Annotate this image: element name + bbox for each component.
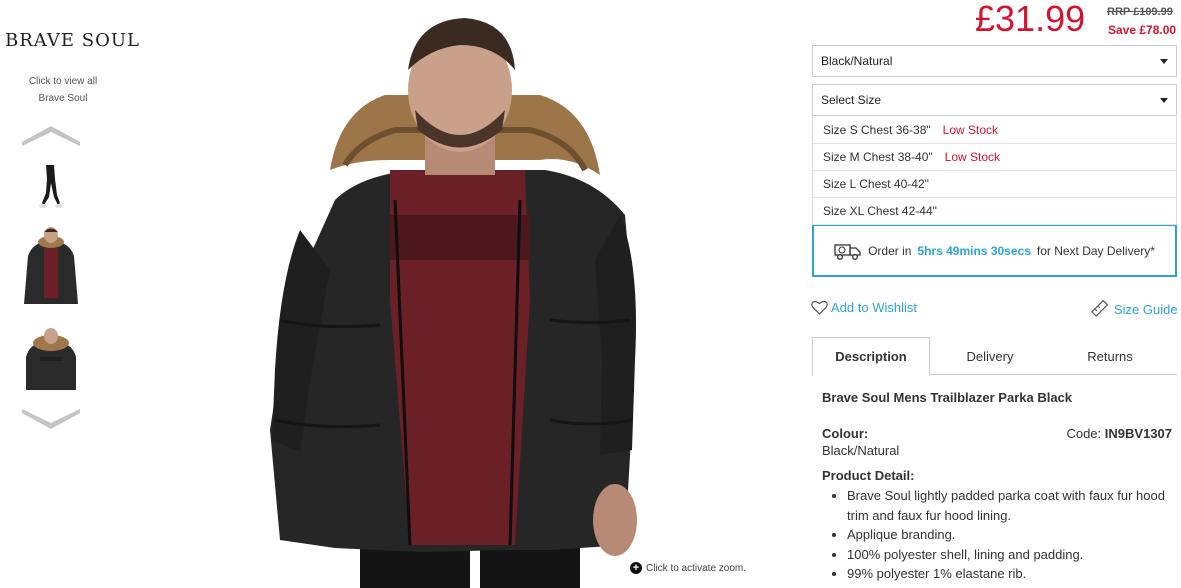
product-code: Code: IN9BV1307 bbox=[1066, 426, 1172, 441]
list-item: 100% polyester shell, lining and padding… bbox=[847, 545, 1172, 565]
zoom-hint[interactable]: + Click to activate zoom. bbox=[630, 562, 746, 574]
stock-status: Low Stock bbox=[942, 123, 999, 137]
gallery-up-arrow-icon[interactable] bbox=[22, 124, 80, 146]
main-product-image[interactable] bbox=[240, 0, 780, 588]
delivery-truck-icon bbox=[834, 243, 861, 260]
wishlist-label: Add to Wishlist bbox=[831, 300, 917, 315]
size-option-label: Size S Chest 36-38" bbox=[823, 123, 931, 137]
view-all-line2: Brave Soul bbox=[38, 93, 88, 104]
next-day-delivery-banner: Order in 5hrs 49mins 30secs for Next Day… bbox=[812, 225, 1177, 277]
tab-description[interactable]: Description bbox=[812, 337, 930, 376]
zoom-hint-text: Click to activate zoom. bbox=[646, 562, 747, 574]
gallery-thumbnail-1[interactable] bbox=[22, 165, 80, 210]
product-title: Brave Soul Mens Trailblazer Parka Black bbox=[822, 390, 1073, 405]
size-option-m[interactable]: Size M Chest 38-40" Low Stock bbox=[813, 144, 1176, 171]
ruler-icon bbox=[1091, 300, 1108, 317]
gallery-down-arrow-icon[interactable] bbox=[22, 409, 80, 431]
delivery-prefix: Order in bbox=[868, 243, 912, 258]
size-select[interactable]: Select Size bbox=[812, 84, 1177, 116]
delivery-countdown: 5hrs 49mins 30secs bbox=[917, 243, 1031, 258]
caret-down-icon bbox=[1160, 97, 1168, 103]
zoom-plus-icon: + bbox=[630, 562, 642, 574]
product-info-tabs: Description Delivery Returns bbox=[812, 337, 1177, 376]
add-to-wishlist-link[interactable]: Add to Wishlist bbox=[811, 300, 917, 315]
size-option-label: Size L Chest 40-42" bbox=[823, 177, 929, 191]
product-detail-list: Brave Soul lightly padded parka coat wit… bbox=[847, 486, 1172, 584]
delivery-suffix: for Next Day Delivery* bbox=[1036, 243, 1155, 258]
size-option-xl[interactable]: Size XL Chest 42-44" bbox=[813, 198, 1176, 225]
tab-returns[interactable]: Returns bbox=[1050, 337, 1170, 375]
product-description: Brave Soul Mens Trailblazer Parka Black … bbox=[822, 390, 1172, 584]
list-item: Applique branding. bbox=[847, 525, 1172, 545]
brand-logo[interactable]: BRAVE SOUL bbox=[5, 30, 140, 51]
current-price: £31.99 bbox=[975, 0, 1086, 39]
caret-down-icon bbox=[1160, 58, 1168, 64]
size-select-placeholder: Select Size bbox=[821, 93, 882, 107]
product-detail-label: Product Detail: bbox=[822, 468, 915, 483]
size-option-label: Size XL Chest 42-44" bbox=[823, 204, 937, 218]
savings-amount: Save £78.00 bbox=[1108, 23, 1177, 37]
colour-select-value: Black/Natural bbox=[821, 54, 893, 68]
colour-label: Colour: bbox=[822, 426, 869, 441]
view-all-brand-link[interactable]: Click to view all Brave Soul bbox=[18, 73, 108, 107]
gallery-thumbnail-2[interactable] bbox=[22, 226, 80, 312]
size-option-s[interactable]: Size S Chest 36-38" Low Stock bbox=[813, 117, 1176, 144]
size-option-l[interactable]: Size L Chest 40-42" bbox=[813, 171, 1176, 198]
colour-select[interactable]: Black/Natural bbox=[812, 45, 1177, 77]
code-value: IN9BV1307 bbox=[1104, 426, 1172, 441]
rrp-price: RRP £109.99 bbox=[1107, 6, 1173, 18]
heart-icon bbox=[811, 300, 828, 315]
tab-delivery[interactable]: Delivery bbox=[930, 337, 1050, 375]
size-guide-link[interactable]: Size Guide bbox=[1090, 300, 1178, 318]
colour-code-row: Colour: Code: IN9BV1307 bbox=[822, 426, 1172, 441]
size-option-label: Size M Chest 38-40" bbox=[823, 150, 933, 164]
list-item: Brave Soul lightly padded parka coat wit… bbox=[847, 486, 1172, 525]
colour-value: Black/Natural bbox=[822, 443, 900, 458]
gallery-thumbnail-3[interactable] bbox=[22, 327, 80, 390]
size-guide-label: Size Guide bbox=[1114, 301, 1178, 317]
list-item: 99% polyester 1% elastane rib. bbox=[847, 564, 1172, 584]
code-label: Code: bbox=[1066, 426, 1102, 441]
stock-status: Low Stock bbox=[944, 150, 1000, 164]
view-all-line1: Click to view all bbox=[28, 76, 98, 87]
size-options-list: Size S Chest 36-38" Low Stock Size M Che… bbox=[812, 117, 1177, 226]
